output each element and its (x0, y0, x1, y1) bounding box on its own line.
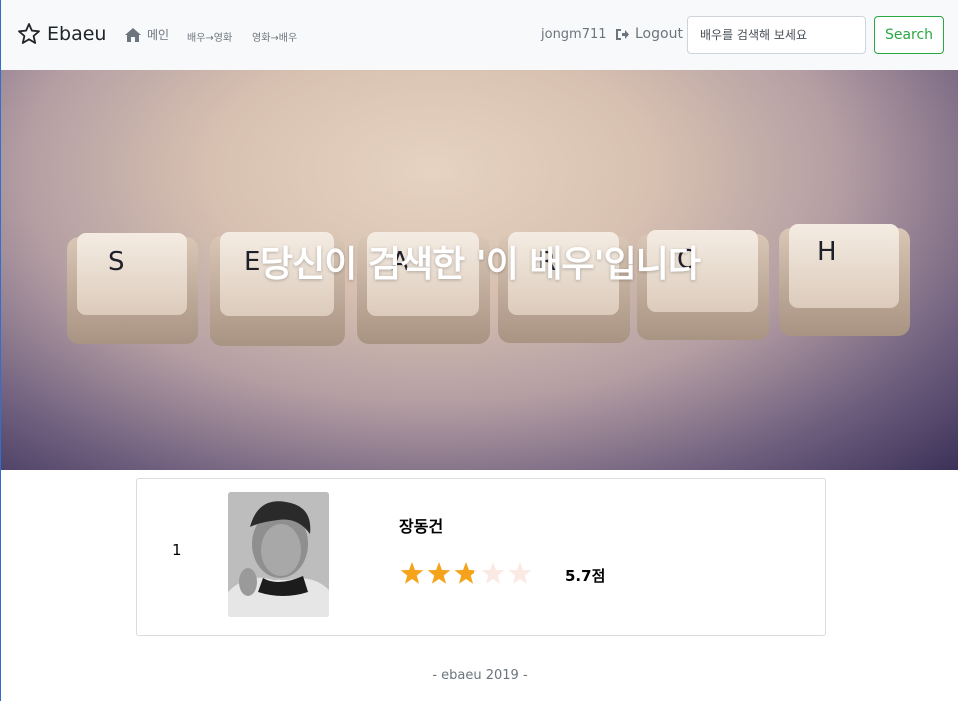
sign-out-icon (616, 28, 629, 40)
search-button[interactable]: Search (874, 16, 944, 54)
rating-stars (400, 562, 532, 584)
actor-portrait-image (228, 492, 329, 617)
logout-link[interactable]: Logout (615, 26, 683, 42)
top-navbar: Ebaeu 메인 배우→영화 영화→배우 jongm711 Logout Sea… (1, 0, 958, 70)
rating-score: 5.7점 (565, 567, 606, 585)
hero-title: 당신이 검색한 '이 배우'입니다 (259, 244, 701, 285)
hero-banner: S E A R C H 당신이 검색한 '이 배우'입니다 (1, 70, 958, 470)
nav-home-link[interactable]: 메인 (124, 26, 169, 43)
brand-name: Ebaeu (47, 23, 107, 45)
rating-star-2 (427, 562, 451, 584)
username-label: jongm711 (541, 27, 607, 42)
brand-link[interactable]: Ebaeu (17, 22, 106, 46)
actor-search-input[interactable] (687, 16, 866, 54)
footer-text: - ebaeu 2019 - (432, 668, 528, 683)
result-rank: 1 (172, 541, 182, 559)
actor-name[interactable]: 장동건 (399, 513, 443, 537)
star-outline-icon (18, 23, 40, 44)
actor-photo[interactable] (228, 492, 329, 617)
home-icon (125, 27, 141, 42)
nav-home-label: 메인 (147, 28, 170, 42)
nav-actor-to-movie-link[interactable]: 배우→영화 (187, 29, 232, 44)
nav-movie-to-actor-link[interactable]: 영화→배우 (252, 29, 297, 44)
rating-star-1 (400, 562, 424, 584)
rating-star-3 (454, 562, 478, 584)
rating-star-5 (508, 562, 532, 584)
rating-star-4 (481, 562, 505, 584)
logout-label: Logout (635, 26, 683, 42)
actor-result-card[interactable]: 1 장동건 5.7점 (136, 478, 826, 636)
